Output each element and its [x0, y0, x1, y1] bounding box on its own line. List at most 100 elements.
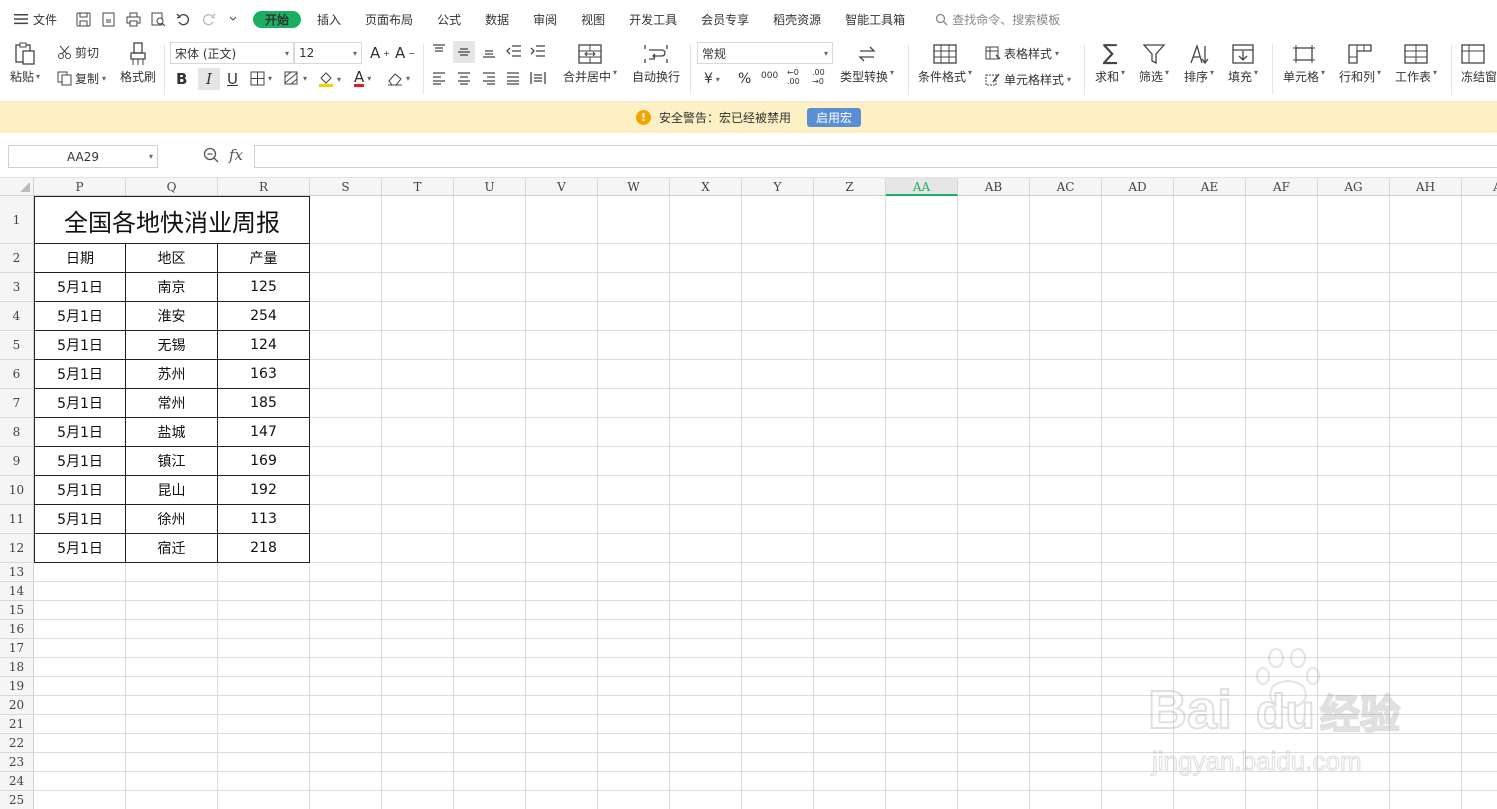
clear-button[interactable]: ▾	[387, 71, 410, 86]
row-header-25[interactable]: 25	[0, 791, 34, 809]
row-header-16[interactable]: 16	[0, 620, 34, 639]
column-header-w[interactable]: W	[598, 178, 670, 196]
indent-increase-icon[interactable]	[530, 44, 546, 58]
row-header-13[interactable]: 13	[0, 563, 34, 582]
column-header-ac[interactable]: AC	[1030, 178, 1102, 196]
align-left-icon[interactable]	[432, 71, 446, 85]
row-header-4[interactable]: 4	[0, 302, 34, 331]
table-cell[interactable]: 淮安	[126, 302, 218, 331]
table-cell[interactable]: 昆山	[126, 476, 218, 505]
row-header-20[interactable]: 20	[0, 696, 34, 715]
table-cell[interactable]: 124	[218, 331, 310, 360]
justify-icon[interactable]	[506, 71, 520, 85]
tab-docer[interactable]: 稻壳资源	[761, 11, 833, 28]
column-header-af[interactable]: AF	[1246, 178, 1318, 196]
column-header-ab[interactable]: AB	[958, 178, 1030, 196]
column-header-x[interactable]: X	[670, 178, 742, 196]
row-header-19[interactable]: 19	[0, 677, 34, 696]
row-header-18[interactable]: 18	[0, 658, 34, 677]
wrap-text-button[interactable]: 自动换行	[632, 44, 680, 85]
print-icon[interactable]	[125, 11, 141, 27]
table-cell[interactable]: 5月1日	[34, 302, 126, 331]
tab-page-layout[interactable]: 页面布局	[353, 11, 425, 28]
row-header-6[interactable]: 6	[0, 360, 34, 389]
table-cell[interactable]: 5月1日	[34, 476, 126, 505]
table-header-cell[interactable]: 日期	[34, 244, 126, 273]
sort-button[interactable]: 排序 ▾	[1184, 44, 1214, 85]
table-cell[interactable]: 5月1日	[34, 447, 126, 476]
column-header-z[interactable]: Z	[814, 178, 886, 196]
column-header-a[interactable]: A	[1462, 178, 1497, 196]
table-cell[interactable]: 5月1日	[34, 273, 126, 302]
table-cell[interactable]: 5月1日	[34, 389, 126, 418]
column-header-q[interactable]: Q	[126, 178, 218, 196]
indent-decrease-icon[interactable]	[506, 44, 522, 58]
fill-button[interactable]: 填充 ▾	[1228, 44, 1258, 85]
table-cell[interactable]: 徐州	[126, 505, 218, 534]
table-cell[interactable]: 185	[218, 389, 310, 418]
table-cell[interactable]: 192	[218, 476, 310, 505]
export-pdf-icon[interactable]	[100, 11, 116, 27]
row-header-24[interactable]: 24	[0, 772, 34, 791]
table-style-button[interactable]: 表格样式 ▾	[985, 45, 1059, 62]
row-header-14[interactable]: 14	[0, 582, 34, 601]
row-header-3[interactable]: 3	[0, 273, 34, 302]
table-cell[interactable]: 147	[218, 418, 310, 447]
select-all-corner[interactable]	[0, 178, 34, 196]
column-header-u[interactable]: U	[454, 178, 526, 196]
fx-button[interactable]: fx	[229, 146, 243, 164]
table-cell[interactable]: 镇江	[126, 447, 218, 476]
decrease-font-icon[interactable]: A −	[395, 44, 415, 62]
decimal-increase-button[interactable]: ←0 .00	[787, 68, 805, 86]
percent-button[interactable]: %	[738, 71, 751, 87]
table-cell[interactable]: 5月1日	[34, 360, 126, 389]
tab-developer[interactable]: 开发工具	[617, 11, 689, 28]
align-center-icon[interactable]	[457, 71, 471, 85]
row-header-9[interactable]: 9	[0, 447, 34, 476]
cell-button[interactable]: 单元格 ▾	[1283, 44, 1325, 85]
bold-button[interactable]: B	[176, 70, 187, 88]
table-cell[interactable]: 苏州	[126, 360, 218, 389]
align-top-icon[interactable]	[432, 44, 446, 58]
paste-button[interactable]: 粘贴 ▾	[10, 42, 40, 85]
enable-macro-button[interactable]: 启用宏	[807, 108, 862, 127]
table-cell[interactable]: 169	[218, 447, 310, 476]
save-icon[interactable]	[75, 11, 91, 27]
row-header-5[interactable]: 5	[0, 331, 34, 360]
command-search[interactable]: 查找命令、搜索模板	[935, 11, 1060, 28]
decimal-decrease-button[interactable]: .00 →0	[812, 68, 830, 86]
merge-center-button[interactable]: 合并居中 ▾	[563, 44, 617, 85]
row-header-23[interactable]: 23	[0, 753, 34, 772]
filter-button[interactable]: 筛选 ▾	[1139, 44, 1169, 85]
table-cell[interactable]: 5月1日	[34, 331, 126, 360]
row-header-15[interactable]: 15	[0, 601, 34, 620]
type-convert-button[interactable]: 类型转换 ▾	[840, 44, 894, 85]
table-cell[interactable]: 218	[218, 534, 310, 563]
table-header-cell[interactable]: 地区	[126, 244, 218, 273]
row-header-8[interactable]: 8	[0, 418, 34, 447]
table-cell[interactable]: 宿迁	[126, 534, 218, 563]
font-name-select[interactable]: 宋体 (正文) ▾	[170, 42, 294, 64]
column-header-r[interactable]: R	[218, 178, 310, 196]
table-cell[interactable]: 5月1日	[34, 418, 126, 447]
table-cell[interactable]: 无锡	[126, 331, 218, 360]
table-cell[interactable]: 163	[218, 360, 310, 389]
zoom-icon[interactable]	[203, 147, 219, 163]
table-cell[interactable]: 常州	[126, 389, 218, 418]
freeze-panes-button[interactable]: 冻结窗	[1461, 44, 1497, 85]
sum-button[interactable]: ∑ 求和 ▾	[1095, 43, 1125, 85]
currency-button[interactable]: ¥ ▾	[704, 71, 720, 87]
table-cell[interactable]: 125	[218, 273, 310, 302]
column-header-ad[interactable]: AD	[1102, 178, 1174, 196]
conditional-format-button[interactable]: 条件格式 ▾	[918, 44, 972, 85]
column-header-y[interactable]: Y	[742, 178, 814, 196]
row-header-1[interactable]: 1	[0, 196, 34, 244]
tab-view[interactable]: 视图	[569, 11, 617, 28]
row-header-22[interactable]: 22	[0, 734, 34, 753]
tab-review[interactable]: 审阅	[521, 11, 569, 28]
worksheet-button[interactable]: 工作表 ▾	[1395, 44, 1437, 85]
fill-color-button[interactable]: ▾	[318, 71, 341, 87]
tab-data[interactable]: 数据	[473, 11, 521, 28]
table-cell[interactable]: 南京	[126, 273, 218, 302]
name-box[interactable]: AA29 ▾	[8, 145, 158, 168]
